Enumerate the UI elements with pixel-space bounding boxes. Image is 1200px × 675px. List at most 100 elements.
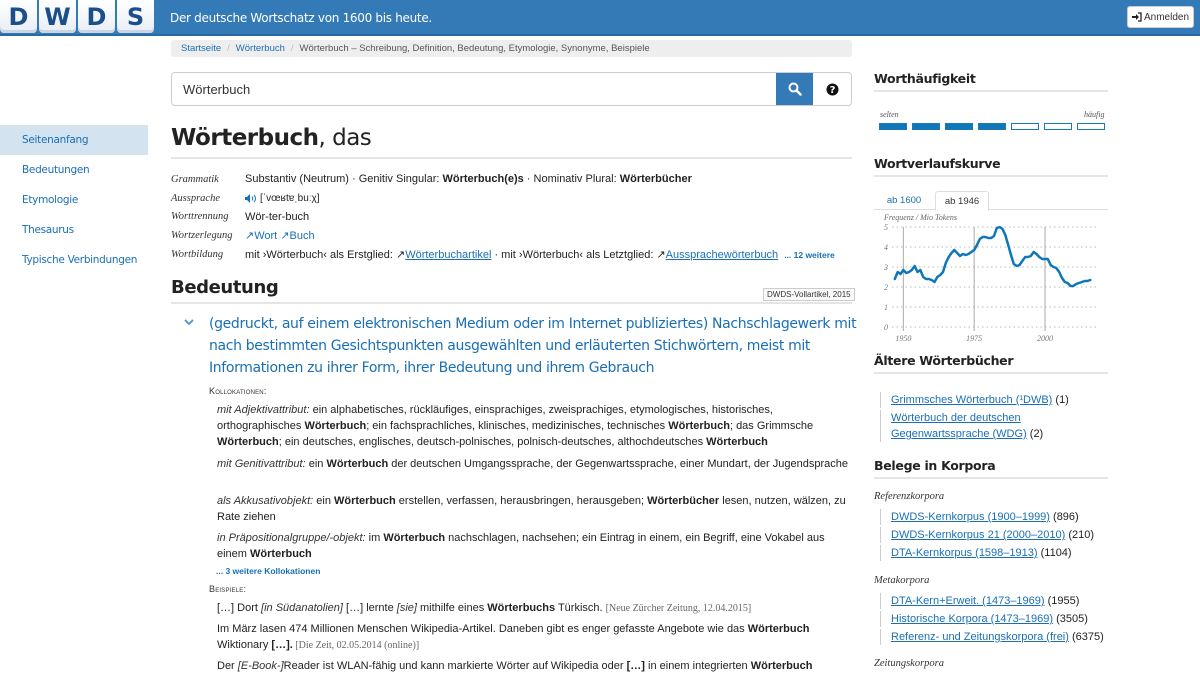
property-value: mit ›Wörterbuch‹ als Erstglied: ↗Wörterb… — [245, 249, 835, 262]
frequency-bar — [945, 123, 973, 130]
corpus-link[interactable]: DWDS-Kernkorpus 21 (2000–2010) — [891, 529, 1065, 541]
question-circle-icon: ? — [826, 83, 838, 96]
section-title-belege: Belege in Korpora — [874, 458, 996, 473]
search-button[interactable] — [776, 73, 813, 105]
property-value: Substantiv (Neutrum) · Genitiv Singular:… — [245, 173, 692, 186]
logo-letter: S — [117, 0, 154, 33]
frequency-bar — [879, 123, 907, 130]
sidenav-item-seitenanfang[interactable]: Seitenanfang — [0, 125, 148, 155]
breadcrumb-separator: / — [227, 43, 230, 54]
breadcrumb: Startseite / Wörterbuch / Wörterbuch – Schre… — [171, 40, 852, 57]
link-wdg[interactable]: Wörterbuch der deutschen Gegenwartssprac… — [891, 412, 1027, 440]
login-label: Anmelden — [1143, 11, 1190, 23]
login-button[interactable]: Anmelden — [1127, 6, 1194, 28]
frequency-bar — [1011, 123, 1039, 130]
property-wortzerlegung: Wortzerlegung ↗Wort ↗Buch — [171, 226, 835, 245]
logo-letter: W — [39, 0, 76, 33]
property-wortbildung: Wortbildung mit ›Wörterbuch‹ als Erstgli… — [171, 245, 835, 264]
kollokation-item: mit Genitivattribut: ein Wörterbuch der … — [217, 458, 848, 470]
tagline: Der deutsche Wortschatz von 1600 bis heu… — [170, 11, 432, 25]
svg-text:?: ? — [829, 85, 835, 96]
breadcrumb-separator: / — [290, 43, 294, 54]
property-grammatik: Grammatik Substantiv (Neutrum) · Genitiv… — [171, 170, 835, 189]
property-value: Wör-ter-buch — [245, 210, 310, 223]
corpus-link[interactable]: DTA-Kernkorpus (1598–1913) — [891, 547, 1038, 559]
beispiel-item: Im März lasen 474 Millionen Menschen Wik… — [217, 623, 810, 651]
logo-letter: D — [0, 0, 37, 33]
link-wort[interactable]: ↗Wort — [245, 230, 277, 242]
sidenav-item-typische-verbindungen[interactable]: Typische Verbindungen — [0, 245, 148, 275]
corpus-link[interactable]: DTA-Kern+Erweit. (1473–1969) — [891, 595, 1045, 607]
corpus-link[interactable]: Referenz- und Zeitungskorpora (frei) — [891, 631, 1069, 643]
zeitungskorpora-label: Zeitungskorpora — [874, 658, 945, 669]
more-kollokationen-link[interactable]: ... 3 weitere Kollokationen — [216, 566, 320, 576]
citation: [Die Zeit, 02.05.2014 (online)] — [292, 640, 420, 651]
frequency-meter — [879, 123, 1105, 130]
divider — [874, 477, 1108, 479]
property-label: Wortzerlegung — [171, 230, 233, 242]
corpus-link[interactable]: Historische Korpora (1473–1969) — [891, 613, 1053, 625]
link-woerterbuchartikel[interactable]: Wörterbuchartikel — [405, 249, 491, 261]
sidenav-item-bedeutungen[interactable]: Bedeutungen — [0, 155, 148, 185]
speaker-icon[interactable] — [245, 193, 257, 203]
y-tick-label: 4 — [884, 243, 888, 252]
beispiele-label: Beispiele: — [209, 584, 247, 594]
breadcrumb-link-home[interactable]: Startseite — [181, 43, 221, 54]
section-title-worthaeufigkeit: Worthäufigkeit — [874, 71, 976, 86]
tab-ab-1946[interactable]: ab 1946 — [935, 191, 989, 211]
corpus-link[interactable]: DWDS-Kernkorpus (1900–1999) — [891, 511, 1050, 523]
divider — [874, 372, 1108, 374]
list-item: Historische Korpora (1473–1969) (3505) — [880, 611, 1104, 627]
divider — [171, 302, 852, 304]
page-title: Wörterbuch, das — [171, 125, 372, 151]
dwds-logo[interactable]: D W D S — [0, 0, 156, 36]
sidenav-item-etymologie[interactable]: Etymologie — [0, 185, 148, 215]
freq-low-label: selten — [880, 110, 899, 119]
y-tick-label: 1 — [884, 303, 888, 312]
chevron-down-icon[interactable] — [184, 317, 194, 329]
breadcrumb-current: Wörterbuch – Schreibung, Definition, Bed… — [299, 43, 650, 54]
aeltere-woerterbuecher-list: Grimmsches Wörterbuch (¹DWB) (1) Wörterb… — [880, 392, 1100, 444]
list-item: Wörterbuch der deutschen Gegenwartssprac… — [880, 410, 1080, 442]
y-tick-label: 2 — [884, 283, 888, 292]
beispiel-item: Der [E-Book-]Reader ist WLAN-fähig und k… — [217, 660, 813, 672]
property-label: Aussprache — [171, 192, 220, 204]
frequency-bar — [912, 123, 940, 130]
link-buch[interactable]: ↗Buch — [280, 230, 314, 242]
ipa-transcription: [ˈvœʁtɐˌbuːχ] — [260, 192, 320, 204]
wortverlaufskurve-chart: Frequenz / Mio Tokens 0 1 2 3 4 5 1950 1975 2000 — [883, 213, 1096, 343]
y-tick-label: 3 — [883, 263, 888, 272]
search-input[interactable] — [172, 73, 776, 105]
list-item: DTA-Kern+Erweit. (1473–1969) (1955) — [880, 593, 1104, 609]
more-wortbildung-link[interactable]: ... 12 weitere — [784, 250, 835, 260]
frequency-bar — [1044, 123, 1072, 130]
citation: [Neue Zürcher Zeitung, 12.04.2015] — [605, 603, 752, 614]
list-item: Referenz- und Zeitungskorpora (frei) (63… — [880, 629, 1104, 645]
divider — [874, 90, 1108, 92]
logo-letter: D — [78, 0, 115, 33]
divider — [874, 175, 1108, 177]
top-bar: D W D S Der deutsche Wortschatz von 1600… — [0, 0, 1200, 36]
y-tick-label: 5 — [884, 223, 888, 232]
frequency-bar — [1077, 123, 1105, 130]
x-tick-label: 1975 — [966, 334, 982, 343]
entry-properties: Grammatik Substantiv (Neutrum) · Genitiv… — [171, 170, 835, 264]
list-item: DWDS-Kernkorpus 21 (2000–2010) (210) — [880, 527, 1094, 543]
list-item: DWDS-Kernkorpus (1900–1999) (896) — [880, 509, 1094, 525]
list-item: Grimmsches Wörterbuch (¹DWB) (1) — [880, 392, 1100, 408]
tab-ab-1600[interactable]: ab 1600 — [876, 191, 932, 210]
help-button[interactable]: ? — [813, 73, 851, 105]
breadcrumb-link-woerterbuch[interactable]: Wörterbuch — [236, 43, 285, 54]
referenzkorpora-label: Referenzkorpora — [874, 491, 945, 502]
kollokationen-label: Kollokationen: — [209, 386, 267, 396]
property-label: Grammatik — [171, 173, 219, 185]
section-title-wortverlaufskurve: Wortverlaufskurve — [874, 156, 1001, 171]
list-item: DTA-Kernkorpus (1598–1913) (1104) — [880, 545, 1094, 561]
link-dwb[interactable]: Grimmsches Wörterbuch (¹DWB) — [891, 394, 1052, 406]
sidenav-item-thesaurus[interactable]: Thesaurus — [0, 215, 148, 245]
y-tick-label: 0 — [884, 323, 888, 332]
search-icon — [788, 82, 802, 96]
link-aussprachewoerterbuch[interactable]: Aussprachewörterbuch — [666, 249, 779, 261]
x-tick-label: 1950 — [895, 334, 911, 343]
property-label: Wortbildung — [171, 249, 224, 261]
